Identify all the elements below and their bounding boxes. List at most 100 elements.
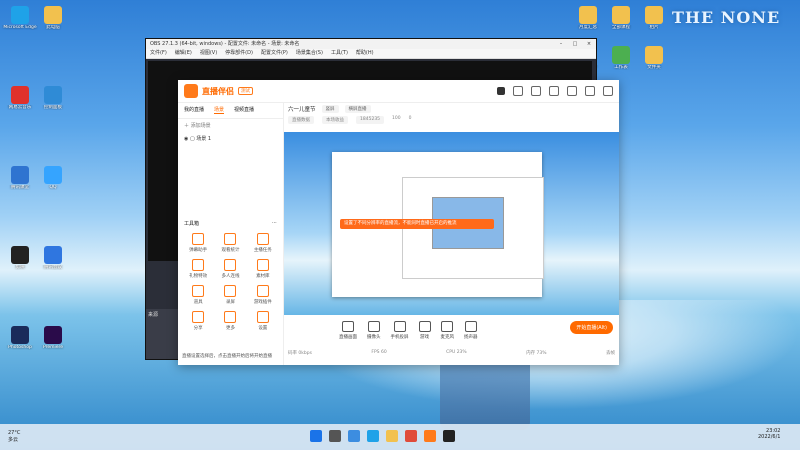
tool-icon <box>192 259 205 271</box>
menu-icon[interactable] <box>567 86 577 96</box>
obs-icon[interactable] <box>443 430 455 442</box>
tool-button[interactable]: 多人连线 <box>214 259 246 279</box>
desktop-icon[interactable]: 此电脑 <box>35 6 71 30</box>
chrome-icon[interactable] <box>405 430 417 442</box>
desktop-icon-label: 月度汇总 <box>579 25 597 30</box>
tool-button[interactable]: 设置 <box>247 311 279 331</box>
app-icon <box>612 46 630 64</box>
more-icon[interactable]: ⋯ <box>272 220 277 227</box>
desktop-icon[interactable]: Premiere <box>35 326 71 350</box>
phone-cast-button[interactable]: 手机投屏 <box>391 320 409 340</box>
desktop-icon-label: 腾讯会议 <box>44 265 62 270</box>
speaker-button[interactable]: 扬声器 <box>464 320 478 340</box>
app-icon <box>645 46 663 64</box>
tool-button[interactable]: 主播任务 <box>247 233 279 253</box>
speaker-icon <box>464 320 477 332</box>
toolbox-header: 工具箱 ⋯ <box>178 220 283 227</box>
start-live-button[interactable]: 开始直播(Alt) <box>570 321 613 334</box>
desktop-icon[interactable]: QQ <box>35 166 71 190</box>
live-preview[interactable]: 设置了不同分辨率的直播流，不能同时直播已开启的推流 <box>284 132 619 315</box>
close-icon[interactable]: × <box>582 39 596 49</box>
obs-menu-docks[interactable]: 停靠部件(D) <box>225 49 253 58</box>
app-icon <box>579 6 597 24</box>
obs-dock-label: 来源 <box>148 312 159 318</box>
room-tag-2[interactable]: 横屏直播 <box>344 105 371 113</box>
tool-button[interactable]: 礼物特效 <box>182 259 214 279</box>
add-scene-button[interactable]: ＋ 添加场景 <box>178 119 283 132</box>
room-tag[interactable]: 竖屏 <box>321 105 339 113</box>
mic-button[interactable]: 麦克风 <box>441 320 454 340</box>
app-icon <box>44 6 62 24</box>
desktop-icon-label: 相片 <box>649 25 659 30</box>
tool-button[interactable]: 道具 <box>182 285 214 305</box>
tool-button[interactable]: 观看统计 <box>214 233 246 253</box>
desktop-icon[interactable]: 月度汇总 <box>570 6 606 30</box>
tool-button[interactable]: 录屏 <box>214 285 246 305</box>
app-icon <box>11 86 29 104</box>
screen-source-button[interactable]: 直播画面 <box>339 320 357 340</box>
desktop-icon[interactable]: 腾讯会议 <box>35 246 71 270</box>
tool-label: 设置 <box>258 326 268 331</box>
maximize-icon[interactable]: □ <box>568 39 582 49</box>
minimize-icon[interactable]: – <box>554 39 568 49</box>
live-companion-icon[interactable] <box>424 430 436 442</box>
status-memory: 内存 73% <box>526 351 547 356</box>
obs-menu-view[interactable]: 视图(V) <box>200 49 217 58</box>
desktop-icon-label: 腾讯课堂 <box>11 185 29 190</box>
start-icon[interactable] <box>310 430 322 442</box>
app-icon <box>44 326 62 344</box>
desktop-icon[interactable]: 控制面板 <box>35 86 71 110</box>
obs-menu-tools[interactable]: 工具(T) <box>331 49 348 58</box>
desktop-icon-label: QQ <box>49 185 57 190</box>
desktop-icon[interactable]: 工作表 <box>603 46 639 70</box>
stat-2: 1845235 <box>356 116 385 124</box>
status-fps: FPS 60 <box>371 350 387 355</box>
obs-menu-file[interactable]: 文件(F) <box>150 49 167 58</box>
tool-label: 分享 <box>193 326 203 331</box>
desktop-icon[interactable]: 文件夹 <box>636 46 672 70</box>
explorer-icon[interactable] <box>386 430 398 442</box>
tool-button[interactable]: 分享 <box>182 311 214 331</box>
beta-badge: 测试 <box>238 87 253 95</box>
desktop-icon[interactable]: 剪映 <box>2 246 38 270</box>
close-icon[interactable] <box>603 86 613 96</box>
desktop-icon[interactable]: 网易云音乐 <box>2 86 38 110</box>
live-companion-window[interactable]: 直播伴侣 测试 我的直播 场景 视频直播 ＋ 添加场景 ◉ ▢ 场景 1 工具箱… <box>178 80 619 365</box>
obs-menu-profile[interactable]: 配置文件(P) <box>261 49 288 58</box>
camera-button[interactable]: 摄像头 <box>367 320 381 340</box>
task-view-icon[interactable] <box>348 430 360 442</box>
game-button[interactable]: 游戏 <box>418 320 431 340</box>
obs-menu-scene-collection[interactable]: 场景集合(S) <box>296 49 323 58</box>
speaker-label: 扬声器 <box>464 334 478 340</box>
tool-label: 录屏 <box>225 300 235 305</box>
scene-item[interactable]: ◉ ▢ 场景 1 <box>178 132 283 145</box>
edge-icon[interactable] <box>367 430 379 442</box>
search-icon[interactable] <box>329 430 341 442</box>
obs-menu-help[interactable]: 帮助(H) <box>356 49 374 58</box>
desktop-icon[interactable]: 全部课程 <box>603 6 639 30</box>
bell-icon[interactable] <box>549 86 559 96</box>
tool-button[interactable]: 更多 <box>214 311 246 331</box>
obs-menu-edit[interactable]: 编辑(E) <box>175 49 192 58</box>
tab-video-live[interactable]: 视频直播 <box>234 106 254 114</box>
obs-titlebar[interactable]: OBS 27.1.3 (64-bit, windows) - 配置文件: 未命名… <box>146 39 596 49</box>
tab-scene[interactable]: 场景 <box>214 106 225 114</box>
gift-icon[interactable] <box>513 86 523 96</box>
room-title[interactable]: 六一儿童节 <box>288 105 316 113</box>
desktop-icon[interactable]: Photoshop <box>2 326 38 350</box>
taskbar-apps <box>310 430 455 442</box>
desktop-icon[interactable]: Microsoft Edge <box>2 6 38 30</box>
minimize-icon[interactable] <box>585 86 595 96</box>
desktop-icon-label: Microsoft Edge <box>3 25 37 30</box>
taskbar-clock[interactable]: 23:02 2022/6/1 <box>758 428 780 440</box>
desktop-icon[interactable]: 腾讯课堂 <box>2 166 38 190</box>
app-icon <box>44 166 62 184</box>
tool-button[interactable]: 弹幕助手 <box>182 233 214 253</box>
tab-my-live[interactable]: 我的直播 <box>184 106 204 114</box>
tool-button[interactable]: 游戏插件 <box>247 285 279 305</box>
mail-icon[interactable] <box>531 86 541 96</box>
desktop-icon[interactable]: 相片 <box>636 6 672 30</box>
avatar[interactable] <box>497 87 505 95</box>
tool-button[interactable]: 素材库 <box>247 259 279 279</box>
weather-widget[interactable]: 27°C 多云 <box>8 430 20 443</box>
